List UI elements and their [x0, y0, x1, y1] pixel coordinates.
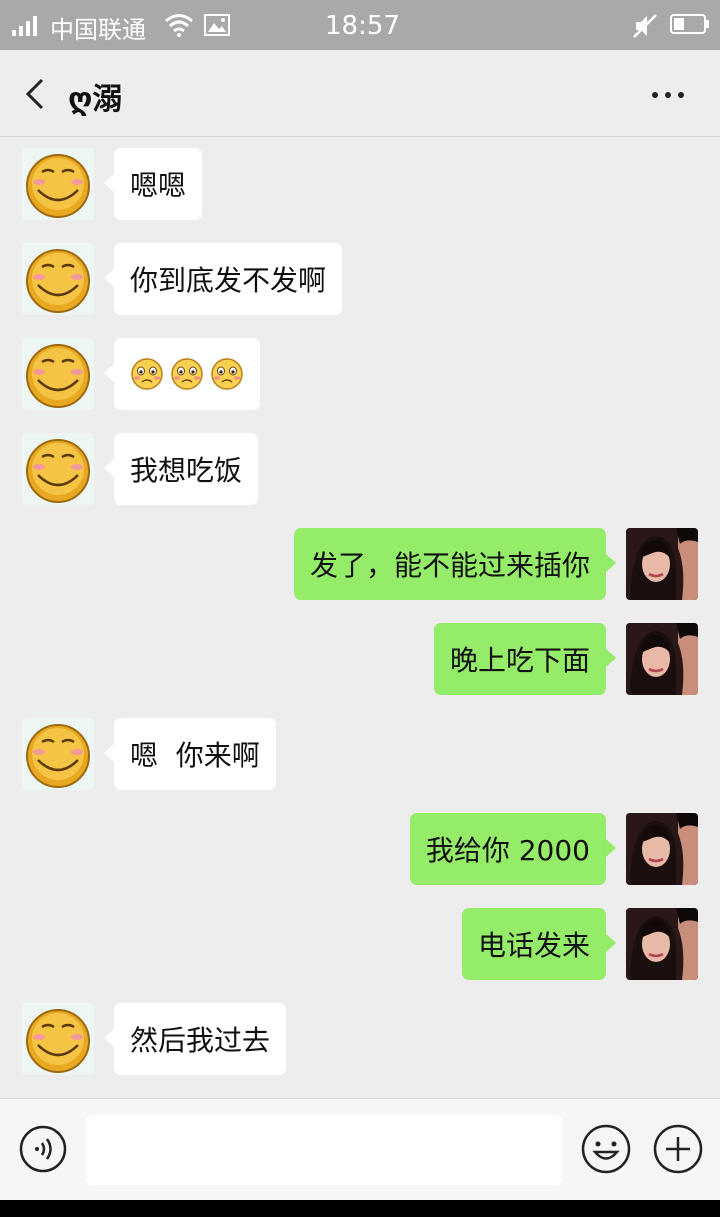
smiley-avatar-icon [26, 724, 90, 788]
outgoing-message-bubble[interactable]: 我给你 2000 [409, 813, 617, 885]
outgoing-message-bubble[interactable]: 电话发来 [461, 908, 617, 980]
message-row: 晚上吃下面 [0, 623, 720, 699]
contact-avatar[interactable] [22, 148, 94, 220]
blush-emoji-icon [171, 358, 203, 390]
contact-avatar[interactable] [22, 338, 94, 410]
signal-icon [12, 16, 37, 36]
message-row: 然后我过去 [0, 1003, 720, 1079]
contact-avatar[interactable] [22, 718, 94, 790]
blush-emoji-icon [131, 358, 163, 390]
contact-avatar[interactable] [22, 1003, 94, 1075]
input-bar [0, 1098, 720, 1201]
smiley-avatar-icon [26, 344, 90, 408]
chevron-left-icon[interactable] [18, 74, 54, 114]
portrait-photo-avatar [626, 623, 698, 695]
plus-icon[interactable] [652, 1123, 704, 1175]
portrait-photo-avatar [626, 908, 698, 980]
outgoing-message-bubble[interactable]: 发了，能不能过来插你 [293, 528, 617, 600]
user-avatar[interactable] [626, 908, 698, 980]
user-avatar[interactable] [626, 528, 698, 600]
message-row [0, 338, 720, 414]
chat-title: ღ溺 [68, 82, 123, 117]
portrait-photo-avatar [626, 813, 698, 885]
message-row: 我给你 2000 [0, 813, 720, 889]
smiley-avatar-icon [26, 1009, 90, 1073]
message-row: 发了，能不能过来插你 [0, 528, 720, 604]
incoming-message-bubble[interactable]: 你到底发不发啊 [103, 243, 343, 315]
smiley-avatar-icon [26, 439, 90, 503]
battery-icon [670, 14, 709, 34]
wifi-icon [165, 14, 193, 37]
message-row: 嗯嗯 [0, 148, 720, 224]
status-bar: 中国联通 18:57 [0, 0, 720, 50]
voice-icon[interactable] [18, 1124, 68, 1174]
user-avatar[interactable] [626, 813, 698, 885]
message-row: 嗯 你来啊 [0, 718, 720, 794]
incoming-message-bubble[interactable]: 嗯 你来啊 [104, 718, 276, 790]
blush-emoji-icon [211, 358, 243, 390]
smiley-avatar-icon [26, 154, 90, 218]
message-row: 你到底发不发啊 [0, 243, 720, 319]
clock: 18:57 [325, 11, 400, 41]
contact-avatar[interactable] [22, 433, 94, 505]
emoji-row [130, 357, 244, 391]
outgoing-message-bubble[interactable]: 晚上吃下面 [433, 623, 617, 695]
incoming-emoji-bubble[interactable] [104, 338, 260, 410]
message-row: 我想吃饭 [0, 433, 720, 509]
smiley-avatar-icon [26, 249, 90, 313]
message-row: 电话发来 [0, 908, 720, 984]
more-dots-icon[interactable] [648, 80, 688, 110]
incoming-message-bubble[interactable]: 嗯嗯 [103, 148, 203, 220]
message-input[interactable] [86, 1115, 562, 1185]
user-avatar[interactable] [626, 623, 698, 695]
contact-avatar[interactable] [22, 243, 94, 315]
chat-header: ღ溺 [0, 50, 720, 137]
carrier-name: 中国联通 [50, 16, 146, 44]
incoming-message-bubble[interactable]: 然后我过去 [103, 1003, 287, 1075]
image-notification-icon [204, 14, 230, 36]
system-nav-bar [0, 1200, 720, 1217]
mute-icon [633, 14, 657, 38]
portrait-photo-avatar [626, 528, 698, 600]
incoming-message-bubble[interactable]: 我想吃饭 [103, 433, 259, 505]
emoji-icon[interactable] [580, 1123, 632, 1175]
